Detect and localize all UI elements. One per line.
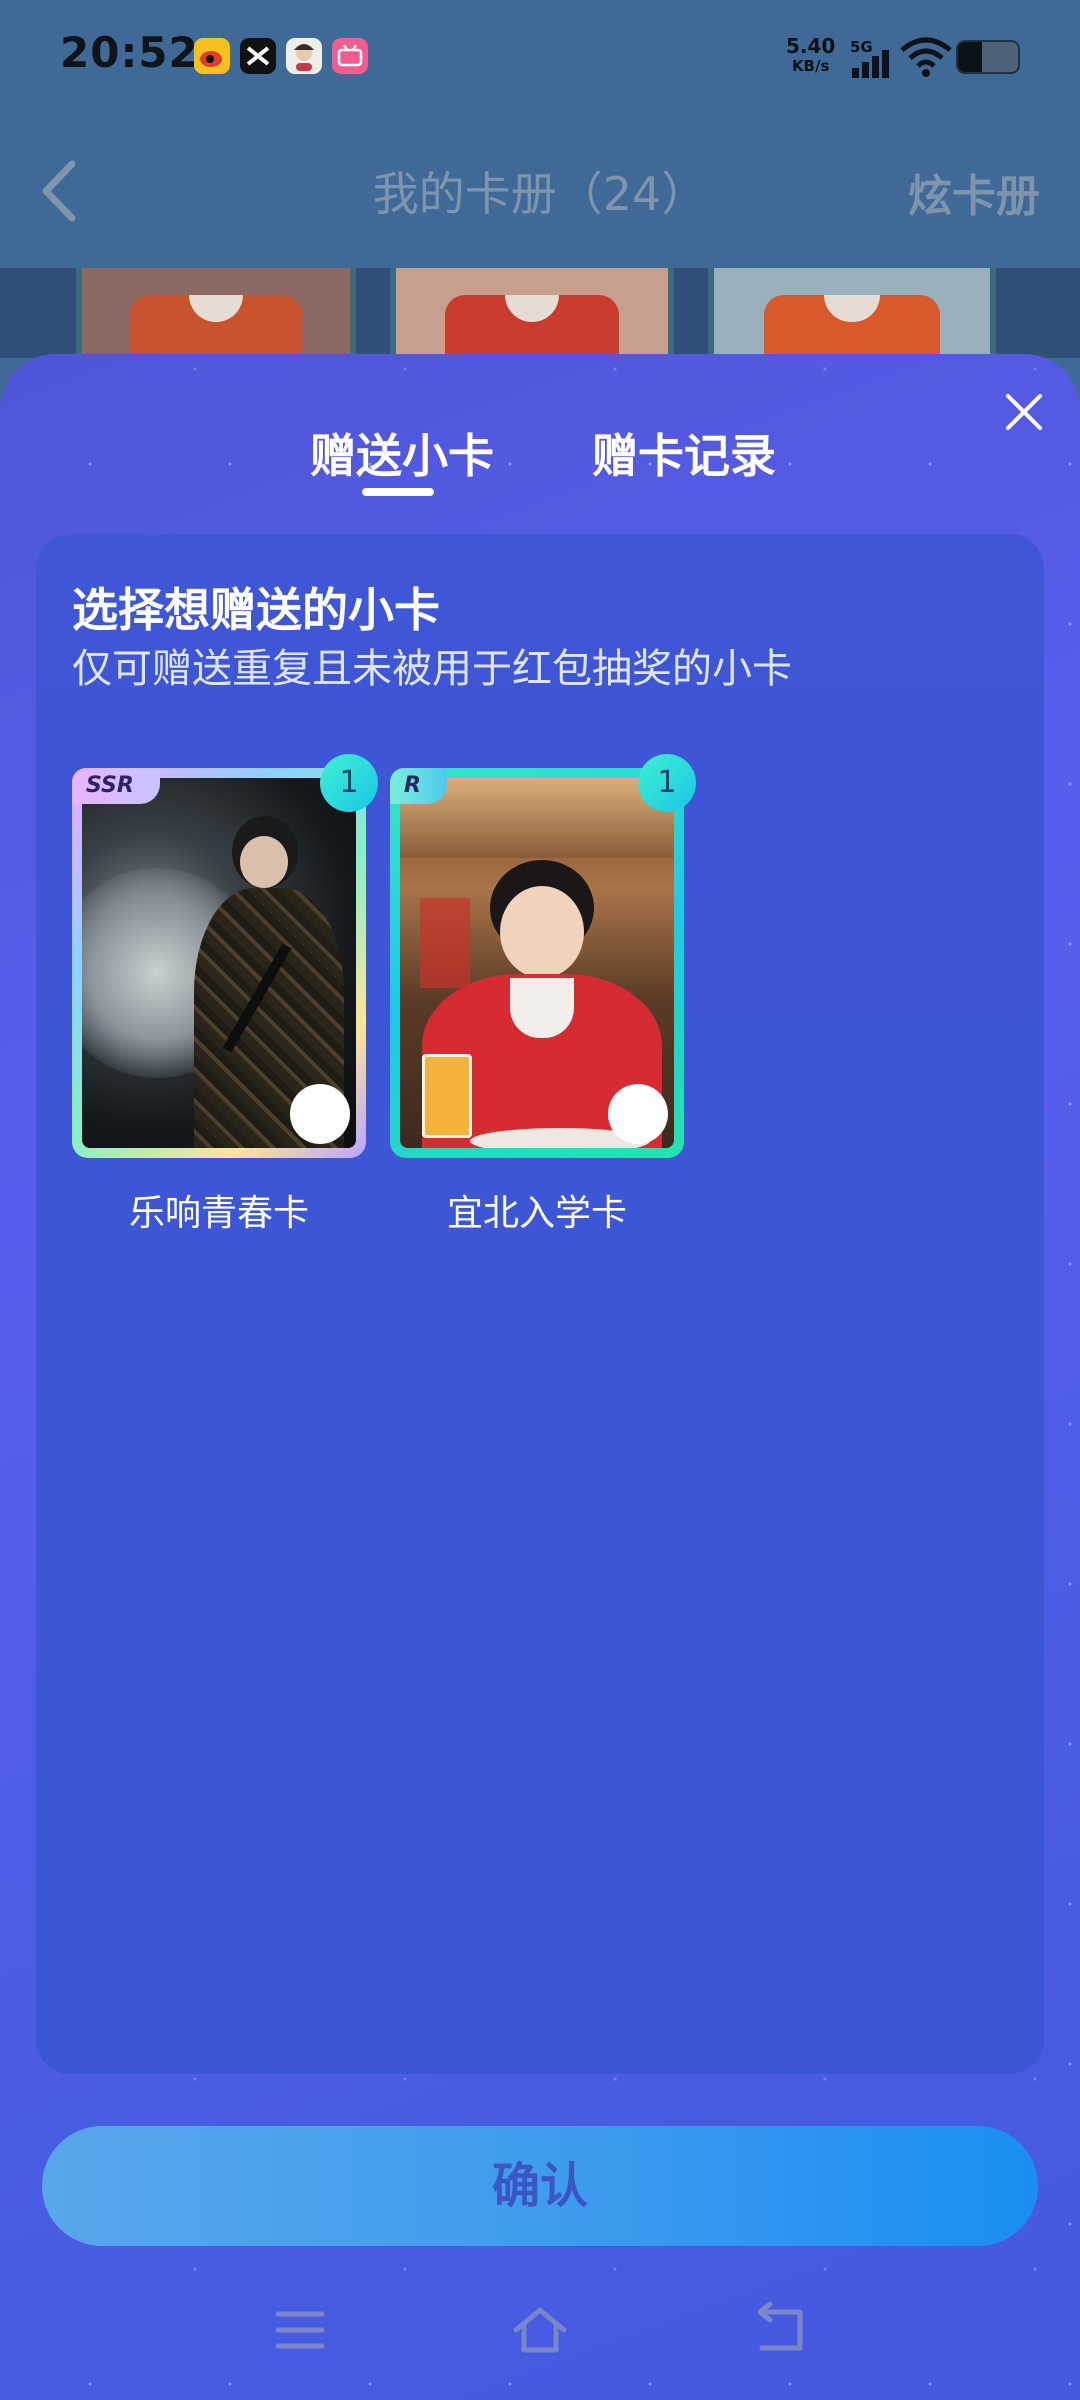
select-radio[interactable] (290, 1084, 350, 1144)
avatar-app-icon (286, 38, 322, 74)
panel-subtitle: 仅可赠送重复且未被用于红包抽奖的小卡 (72, 646, 792, 692)
select-radio[interactable] (608, 1084, 668, 1144)
card-count-badge: 1 (638, 754, 696, 812)
background-card (708, 268, 996, 358)
tab-send-card[interactable]: 赠送小卡 (310, 420, 494, 486)
capcut-icon (240, 38, 276, 74)
rarity-badge: R (390, 768, 447, 804)
tab-gift-history[interactable]: 赠卡记录 (592, 420, 776, 486)
net-speed: 5.40 KB/s (786, 36, 835, 76)
net-speed-unit: KB/s (791, 57, 830, 75)
active-tab-indicator (362, 488, 434, 496)
back-icon[interactable] (752, 2302, 808, 2358)
rarity-badge: SSR (72, 768, 160, 804)
cell-signal-icon (852, 50, 889, 78)
card-count-badge: 1 (320, 754, 378, 812)
background-card (76, 268, 356, 358)
home-icon[interactable] (510, 2302, 570, 2358)
wifi-icon (900, 37, 952, 77)
status-bar: 20:52 5.40 KB/s 5G (0, 0, 1080, 116)
card-name: 乐响青春卡 (128, 1193, 309, 1234)
photo-card-ssr[interactable]: SSR 1 (72, 754, 378, 1158)
background-card (390, 268, 674, 358)
status-time: 20:52 (60, 28, 199, 77)
close-icon[interactable] (994, 382, 1054, 442)
gift-card-sheet: 赠送小卡 赠卡记录 选择想赠送的小卡 仅可赠送重复且未被用于红包抽奖的小卡 SS… (0, 354, 1080, 2400)
confirm-button[interactable]: 确认 (42, 2126, 1038, 2246)
menu-icon[interactable] (272, 2302, 328, 2358)
top-nav-bar: 我的卡册（24） 炫卡册 (0, 116, 1080, 266)
system-nav-bar (0, 2284, 1080, 2400)
battery-icon (956, 40, 1020, 74)
card-select-panel: 选择想赠送的小卡 仅可赠送重复且未被用于红包抽奖的小卡 SSR 1 乐响青春卡 (36, 534, 1044, 2074)
background-card-strip (0, 268, 1080, 358)
net-speed-value: 5.40 (786, 34, 836, 58)
photo-card-r[interactable]: R 1 (390, 754, 696, 1158)
card-name: 宜北入学卡 (446, 1193, 627, 1234)
panel-title: 选择想赠送的小卡 (72, 583, 440, 637)
bilibili-icon (332, 38, 368, 74)
show-album-button[interactable]: 炫卡册 (908, 160, 1040, 224)
weibo-icon (194, 38, 230, 74)
